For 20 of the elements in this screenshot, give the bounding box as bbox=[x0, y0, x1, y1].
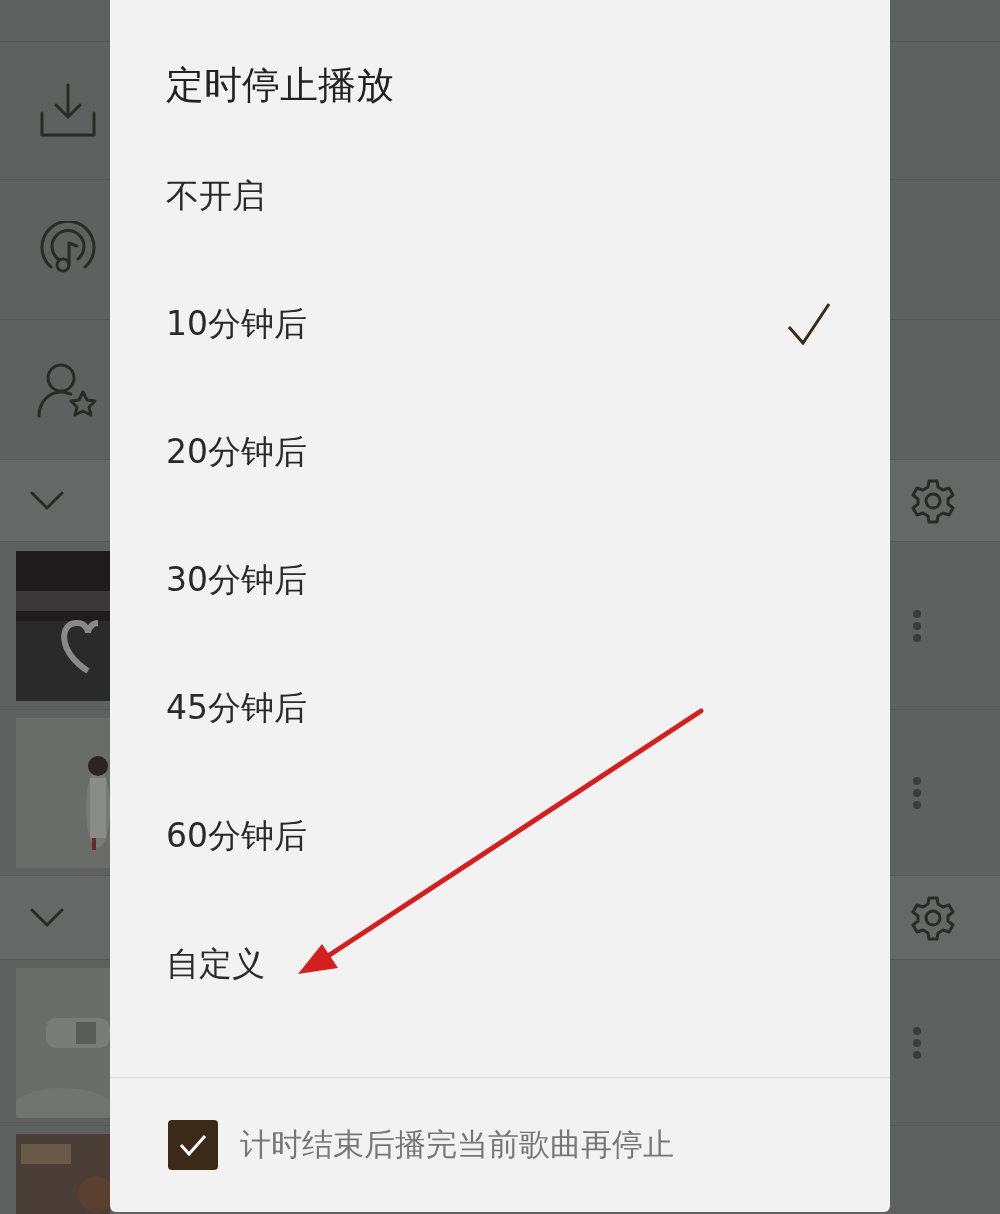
settings-icon[interactable] bbox=[910, 477, 956, 524]
timer-option[interactable]: 不开启 bbox=[110, 132, 890, 260]
timer-option[interactable]: 自定义 bbox=[110, 900, 890, 1028]
timer-option[interactable]: 60分钟后 bbox=[110, 772, 890, 900]
checkmark-icon bbox=[178, 1133, 208, 1157]
user-star-icon bbox=[37, 361, 99, 418]
download-icon bbox=[38, 82, 98, 139]
more-icon[interactable] bbox=[912, 608, 922, 643]
timer-option[interactable]: 20分钟后 bbox=[110, 388, 890, 516]
timer-option[interactable]: 45分钟后 bbox=[110, 644, 890, 772]
timer-option[interactable]: 30分钟后 bbox=[110, 516, 890, 644]
dialog-title: 定时停止播放 bbox=[165, 62, 395, 109]
more-icon[interactable] bbox=[912, 1025, 922, 1060]
chevron-down-icon[interactable] bbox=[30, 907, 64, 928]
chevron-down-icon[interactable] bbox=[30, 490, 64, 511]
checkbox[interactable] bbox=[168, 1120, 218, 1170]
settings-icon[interactable] bbox=[910, 894, 956, 941]
checkbox-label: 计时结束后播完当前歌曲再停止 bbox=[240, 1125, 674, 1164]
timer-option[interactable]: 10分钟后 bbox=[110, 260, 890, 388]
more-icon[interactable] bbox=[912, 775, 922, 810]
